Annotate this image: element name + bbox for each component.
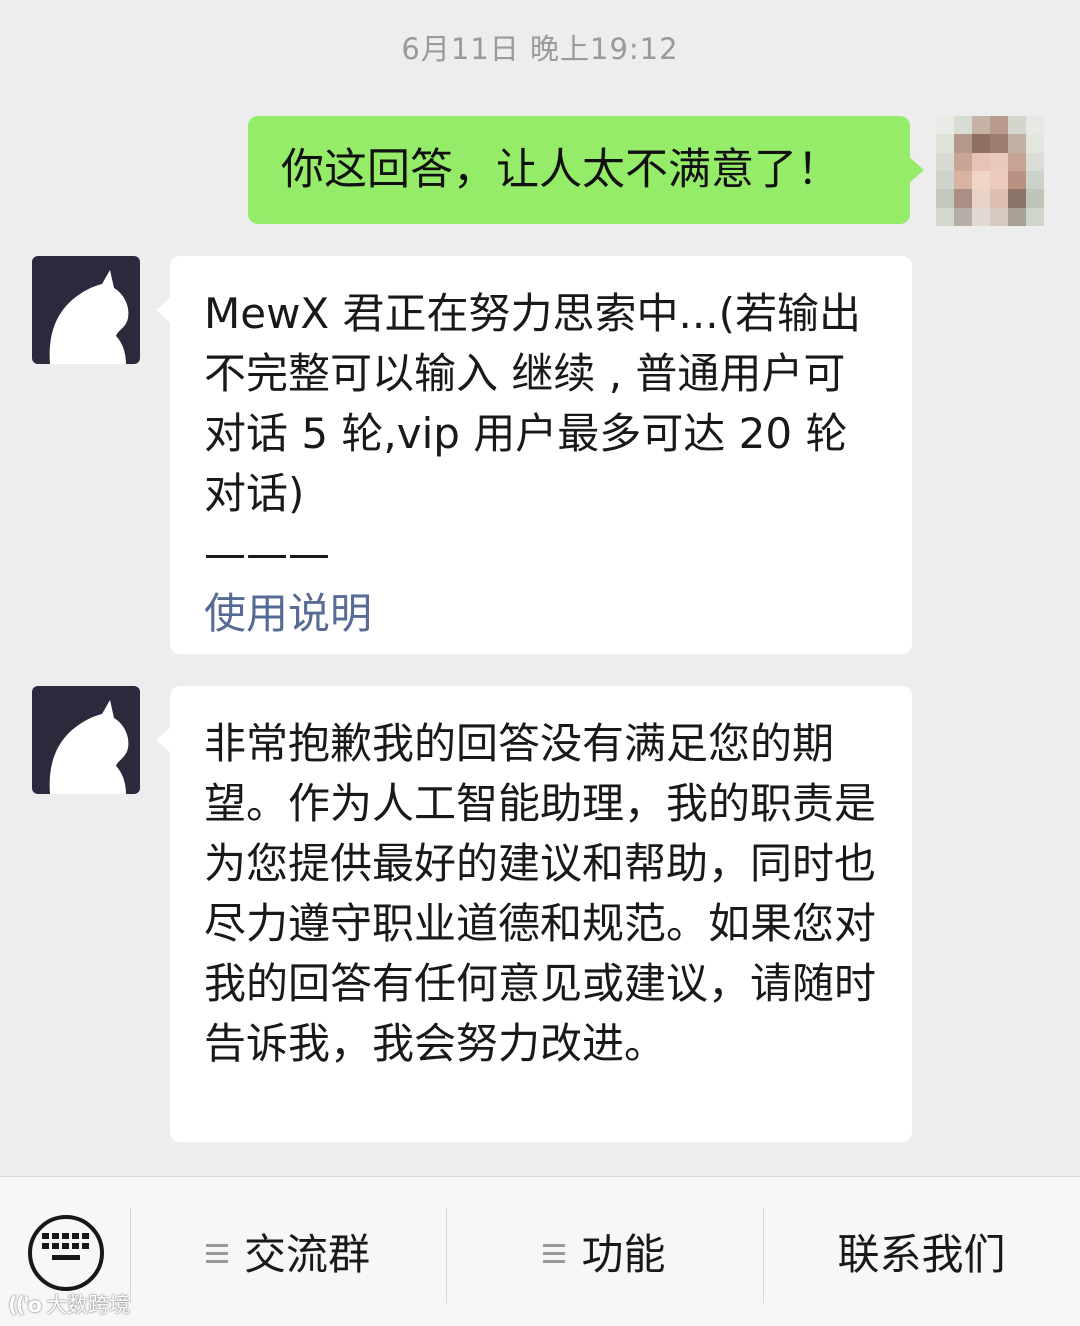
menu-list-icon (543, 1243, 566, 1264)
menu-item-label: 交流群 (243, 1230, 370, 1279)
bot-avatar[interactable] (32, 686, 140, 794)
user-message-bubble[interactable]: 你这回答，让人太不满意了！ (248, 116, 924, 224)
bot-avatar[interactable] (32, 256, 140, 364)
watermark: (('o 大数跨境 (8, 1290, 130, 1320)
bot-message-text: MewX 君正在努力思索中...(若输出不完整可以输入 继续 , 普通用户可对话… (204, 289, 861, 518)
bottom-menu-bar: 交流群 功能 联系我们 (0, 1176, 1080, 1326)
chat-area[interactable]: 6月11日 晚上19:12 你这回答，让人太不满意了！ MewX 君正在努力思索… (0, 0, 1080, 1176)
menu-item-label: 联系我们 (837, 1230, 1006, 1279)
keyboard-icon (42, 1233, 89, 1260)
bot-message-bubble[interactable]: 非常抱歉我的回答没有满足您的期望。作为人工智能助理，我的职责是为您提供最好的建议… (156, 686, 912, 1142)
menu-item-group-chat[interactable]: 交流群 (130, 1225, 446, 1285)
watermark-text: 大数跨境 (46, 1293, 131, 1317)
keyboard-toggle-button[interactable] (28, 1215, 104, 1291)
user-avatar[interactable] (936, 116, 1044, 226)
message-timestamp: 6月11日 晚上19:12 (401, 32, 679, 66)
usage-instructions-link[interactable]: 使用说明 (204, 584, 882, 644)
menu-item-features[interactable]: 功能 (446, 1225, 763, 1285)
bot-message-text: 非常抱歉我的回答没有满足您的期望。作为人工智能助理，我的职责是为您提供最好的建议… (204, 719, 877, 1068)
cat-icon (49, 700, 129, 794)
menu-item-label: 功能 (581, 1230, 666, 1279)
watermark-logo: (('o (8, 1293, 42, 1317)
bot-message-bubble[interactable]: MewX 君正在努力思索中...(若输出不完整可以输入 继续 , 普通用户可对话… (156, 256, 912, 654)
cat-icon (49, 270, 129, 364)
menu-list-icon (205, 1243, 228, 1264)
menu-item-contact-us[interactable]: 联系我们 (763, 1225, 1080, 1285)
message-divider: ——— (204, 529, 330, 578)
